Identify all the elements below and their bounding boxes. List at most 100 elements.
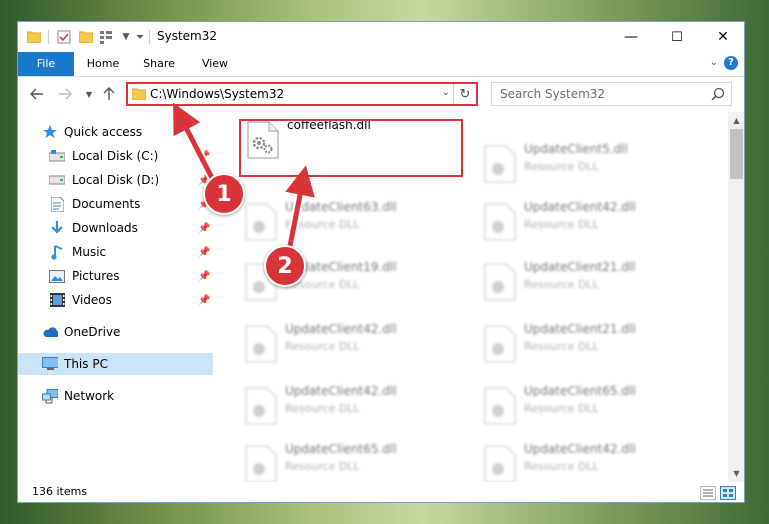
search-input[interactable] bbox=[498, 86, 702, 102]
download-icon bbox=[49, 220, 65, 236]
tab-view[interactable]: View bbox=[190, 52, 240, 76]
help-icon[interactable]: ? bbox=[724, 56, 738, 70]
sidebar-item-onedrive[interactable]: OneDrive bbox=[18, 321, 213, 343]
file-name: UpdateClient65.dll bbox=[285, 442, 397, 456]
file-item[interactable]: UpdateClient5.dll Resource DLL bbox=[478, 140, 698, 190]
sidebar-item-label: This PC bbox=[64, 357, 108, 371]
properties-icon[interactable] bbox=[56, 29, 72, 45]
file-type: Resource DLL bbox=[524, 460, 599, 473]
sidebar-item-label: Local Disk (C:) bbox=[72, 149, 159, 163]
pin-icon[interactable]: 📌 bbox=[198, 247, 210, 258]
refresh-icon[interactable]: ↻ bbox=[453, 84, 476, 104]
status-bar: 136 items bbox=[18, 482, 744, 502]
file-item[interactable]: UpdateClient42.dll Resource DLL bbox=[239, 320, 459, 370]
file-highlight-box bbox=[239, 119, 463, 177]
folder-icon bbox=[26, 29, 42, 45]
sidebar-item-local-disk-d[interactable]: Local Disk (D:) 📌 bbox=[18, 169, 213, 191]
new-folder-icon[interactable] bbox=[78, 29, 94, 45]
file-name: UpdateClient65.dll bbox=[524, 384, 636, 398]
back-arrow-icon[interactable] bbox=[28, 85, 46, 103]
pin-icon[interactable]: 📌 bbox=[198, 271, 210, 282]
search-icon[interactable] bbox=[711, 87, 725, 104]
chevron-down-icon[interactable]: ⌄ bbox=[442, 87, 450, 98]
navigation-bar: ▼ C:\Windows\System32 ⌄ ↻ bbox=[18, 76, 744, 112]
step-2-badge: 2 bbox=[264, 245, 306, 287]
sidebar-item-label: OneDrive bbox=[64, 325, 121, 339]
scroll-down-icon[interactable]: ▼ bbox=[728, 465, 744, 482]
computer-icon bbox=[42, 356, 58, 372]
drive-icon bbox=[49, 148, 65, 164]
item-count: 136 items bbox=[32, 485, 88, 498]
forward-arrow-icon[interactable] bbox=[56, 85, 74, 103]
sidebar-item-label: Music bbox=[72, 245, 107, 259]
sidebar-item-network[interactable]: Network bbox=[18, 385, 213, 407]
recent-locations-icon[interactable]: ▼ bbox=[80, 85, 98, 103]
chevron-down-icon[interactable]: ⌄ bbox=[710, 57, 718, 68]
cloud-icon bbox=[42, 324, 58, 340]
scroll-thumb[interactable] bbox=[730, 129, 743, 179]
tab-share[interactable]: Share bbox=[134, 52, 184, 76]
file-item[interactable]: UpdateClient63.dll Resource DLL bbox=[239, 198, 459, 248]
sidebar-item-documents[interactable]: Documents 📌 bbox=[18, 193, 213, 215]
sidebar-item-label: Videos bbox=[72, 293, 112, 307]
dll-file-icon bbox=[484, 387, 516, 425]
folder-icon bbox=[131, 88, 147, 103]
ribbon-tabs: File Home Share View ⌄ ? bbox=[18, 52, 744, 77]
sidebar-item-music[interactable]: Music 📌 bbox=[18, 241, 213, 263]
file-item[interactable]: UpdateClient65.dll Resource DLL bbox=[239, 440, 459, 482]
toolbar-separator bbox=[149, 30, 150, 44]
file-type: Resource DLL bbox=[285, 402, 360, 415]
details-view-icon[interactable] bbox=[700, 486, 716, 500]
sidebar-item-label: Downloads bbox=[72, 221, 138, 235]
sidebar-item-label: Pictures bbox=[72, 269, 120, 283]
scroll-up-icon[interactable]: ▲ bbox=[728, 112, 744, 129]
file-item[interactable]: UpdateClient21.dll Resource DLL bbox=[478, 320, 698, 370]
maximize-button[interactable]: ☐ bbox=[654, 22, 700, 52]
videos-icon bbox=[49, 292, 65, 308]
dll-file-icon bbox=[245, 203, 277, 241]
sidebar-item-quick-access[interactable]: Quick access bbox=[18, 121, 213, 143]
vertical-scrollbar[interactable]: ▲ ▼ bbox=[728, 112, 744, 482]
minimize-button[interactable]: — bbox=[608, 22, 654, 52]
pin-icon[interactable]: 📌 bbox=[198, 151, 210, 162]
file-type: Resource DLL bbox=[524, 340, 599, 353]
tab-file[interactable]: File bbox=[18, 52, 74, 76]
sidebar-item-videos[interactable]: Videos 📌 bbox=[18, 289, 213, 311]
step-1-badge: 1 bbox=[203, 173, 245, 215]
sidebar-item-downloads[interactable]: Downloads 📌 bbox=[18, 217, 213, 239]
file-name: UpdateClient42.dll bbox=[285, 322, 397, 336]
file-type: Resource DLL bbox=[285, 340, 360, 353]
address-bar[interactable]: C:\Windows\System32 ⌄ ↻ bbox=[126, 82, 478, 106]
file-name: UpdateClient21.dll bbox=[524, 260, 636, 274]
search-box[interactable] bbox=[491, 82, 732, 106]
navigation-pane: Quick access Local Disk (C:) 📌 Local Dis… bbox=[18, 112, 213, 482]
toolbar-separator bbox=[48, 30, 49, 44]
documents-icon bbox=[49, 196, 65, 212]
file-type: Resource DLL bbox=[524, 218, 599, 231]
address-path[interactable]: C:\Windows\System32 bbox=[150, 87, 284, 101]
sidebar-item-this-pc[interactable]: This PC bbox=[18, 353, 213, 375]
file-name: UpdateClient63.dll bbox=[285, 200, 397, 214]
file-item[interactable]: UpdateClient42.dll Resource DLL bbox=[239, 382, 459, 432]
sidebar-item-pictures[interactable]: Pictures 📌 bbox=[18, 265, 213, 287]
up-arrow-icon[interactable] bbox=[100, 85, 118, 103]
customize-view-icon[interactable] bbox=[100, 29, 116, 45]
large-icons-view-icon[interactable] bbox=[720, 486, 736, 500]
customize-qat-icon[interactable]: ⏷ bbox=[132, 29, 148, 45]
file-item[interactable]: UpdateClient21.dll Resource DLL bbox=[478, 258, 698, 308]
pin-icon[interactable]: 📌 bbox=[198, 295, 210, 306]
pin-icon[interactable]: 📌 bbox=[198, 223, 210, 234]
pictures-icon bbox=[49, 268, 65, 284]
explorer-window: ▼ ⏷ System32 — ☐ ✕ File Home Share View … bbox=[17, 21, 745, 503]
file-item[interactable]: UpdateClient42.dll Resource DLL bbox=[478, 198, 698, 248]
file-type: Resource DLL bbox=[285, 460, 360, 473]
sidebar-item-local-disk-c[interactable]: Local Disk (C:) 📌 bbox=[18, 145, 213, 167]
dll-file-icon bbox=[245, 445, 277, 482]
tab-home[interactable]: Home bbox=[78, 52, 128, 76]
file-name: UpdateClient42.dll bbox=[524, 200, 636, 214]
drive-icon bbox=[49, 172, 65, 188]
dll-file-icon bbox=[484, 445, 516, 482]
file-item[interactable]: UpdateClient42.dll Resource DLL bbox=[478, 440, 698, 482]
close-button[interactable]: ✕ bbox=[700, 22, 744, 52]
file-item[interactable]: UpdateClient65.dll Resource DLL bbox=[478, 382, 698, 432]
